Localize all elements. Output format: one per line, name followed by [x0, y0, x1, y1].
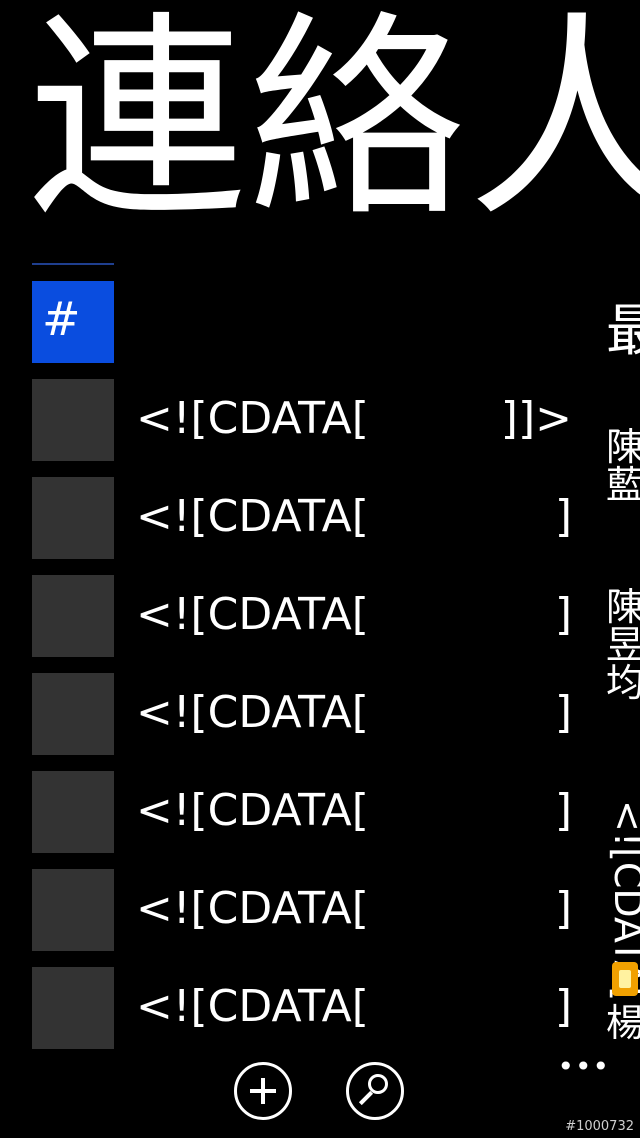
contact-name: <![CDATA[ [136, 393, 369, 444]
contact-name: <![CDATA[ [136, 883, 369, 934]
contact-avatar [32, 379, 114, 461]
list-item[interactable]: <![CDATA[ ] [32, 771, 592, 869]
contacts-screen: 連絡人 # <![CDATA[ ]]> <![CDATA[ ] <![CDATA… [0, 0, 640, 1138]
contact-name-tail: ] [554, 883, 572, 934]
contact-name: <![CDATA[ [136, 785, 369, 836]
contacts-list: # <![CDATA[ ]]> <![CDATA[ ] <![CDATA[ ] … [32, 281, 592, 1065]
contact-peek: 陳藍 [606, 425, 640, 507]
contact-name-tail: ] [554, 785, 572, 836]
contact-name: <![CDATA[ [136, 491, 369, 542]
contact-name: <![CDATA[ [136, 981, 369, 1032]
contact-peek: 陳昱均 [606, 585, 640, 705]
contact-avatar [32, 673, 114, 755]
contact-avatar [32, 869, 114, 951]
hash-label: # [42, 292, 81, 346]
group-tile-hash[interactable]: # [32, 281, 114, 363]
app-bar: ••• [0, 1046, 640, 1138]
contact-avatar [32, 967, 114, 1049]
contact-name-tail: ] [554, 981, 572, 1032]
list-item[interactable]: <![CDATA[ ] [32, 869, 592, 967]
beer-emoji-icon [612, 962, 638, 996]
contact-name: <![CDATA[ [136, 589, 369, 640]
watermark: #1000732 [565, 1119, 634, 1134]
contact-name-tail: ] [554, 589, 572, 640]
list-item[interactable]: <![CDATA[ ] [32, 477, 592, 575]
list-item[interactable]: <![CDATA[ ]]> [32, 379, 592, 477]
add-contact-button[interactable] [234, 1062, 292, 1120]
contact-avatar [32, 771, 114, 853]
list-item[interactable]: <![CDATA[ ] [32, 575, 592, 673]
list-item-hash[interactable]: # [32, 281, 592, 379]
contact-peek: 楊 [606, 1001, 640, 1045]
pivot-heading-peek: 最 [606, 299, 640, 364]
more-options-button[interactable]: ••• [557, 1050, 610, 1083]
contact-name: <![CDATA[ [136, 687, 369, 738]
list-item[interactable]: <![CDATA[ ] [32, 673, 592, 771]
contact-name-tail: ] [554, 491, 572, 542]
contact-avatar [32, 477, 114, 559]
contact-name-tail: ] [554, 687, 572, 738]
divider-line [32, 263, 114, 265]
page-title: 連絡人 [28, 0, 640, 247]
search-button[interactable] [346, 1062, 404, 1120]
contact-avatar [32, 575, 114, 657]
contact-name-tail: ]]> [500, 393, 572, 444]
